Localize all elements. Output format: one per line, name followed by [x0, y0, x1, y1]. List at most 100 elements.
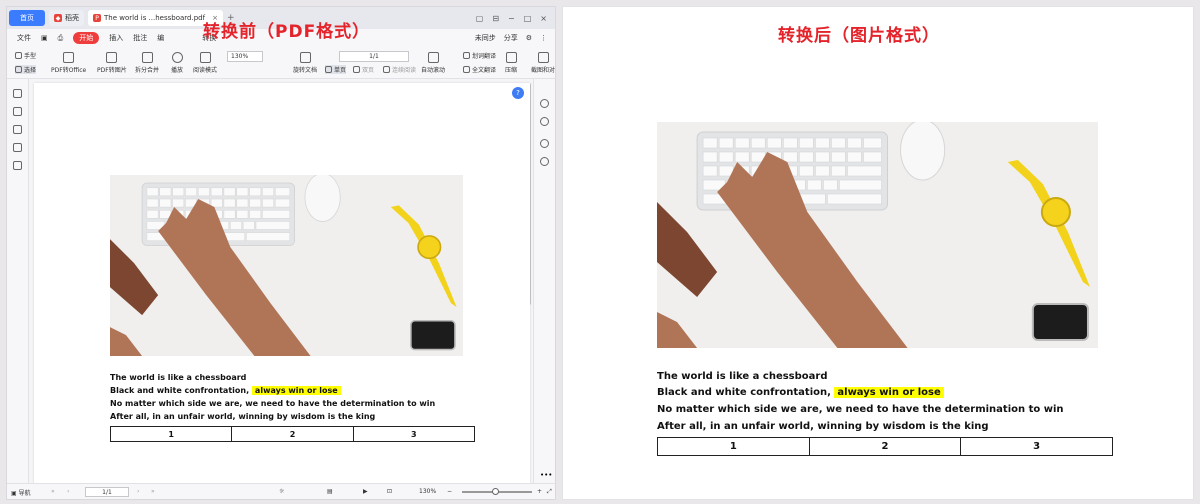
property-icon[interactable]	[540, 99, 549, 108]
zoom-search-icon[interactable]	[540, 139, 549, 148]
zoom-in-icon[interactable]: +	[537, 488, 542, 495]
close-window-icon[interactable]: ×	[540, 14, 547, 23]
signature-icon[interactable]	[13, 161, 22, 170]
attachment-icon[interactable]	[13, 143, 22, 152]
last-page-icon[interactable]: »	[151, 488, 155, 495]
tab-docer[interactable]: ◆ 稻壳	[49, 10, 84, 26]
table-cell: 3	[960, 437, 1113, 456]
more-dots-icon[interactable]: •••	[540, 471, 552, 480]
bookmark-icon[interactable]	[13, 89, 22, 98]
doc-line-2: Black and white confrontation, always wi…	[110, 386, 341, 395]
rotate-icon	[299, 52, 311, 63]
prev-page-icon[interactable]: ‹	[67, 488, 69, 495]
pdf-to-office-button[interactable]: PDF转Office	[51, 52, 86, 74]
pdf-to-office-label: PDF转Office	[51, 67, 87, 74]
hand-tool-button[interactable]: 手型	[15, 51, 36, 60]
split-merge-button[interactable]: 拆分合并	[135, 52, 159, 74]
doc-table: 1 2 3	[109, 426, 476, 442]
tab-document-label: The world is ...hessboard.pdf	[104, 14, 206, 22]
pdf-reader-window: 首页 ◆ 稻壳 P The world is ...hessboard.pdf …	[6, 6, 556, 500]
comparison-canvas: 首页 ◆ 稻壳 P The world is ...hessboard.pdf …	[0, 0, 1200, 504]
eye-care-icon[interactable]: ☼	[279, 488, 284, 495]
full-translate-button[interactable]: 全文翻译	[463, 65, 496, 74]
compress-button[interactable]: 压缩	[505, 52, 517, 74]
read-mode-button[interactable]: 阅读模式	[193, 52, 217, 74]
word-translate-button[interactable]: 划词翻译	[463, 51, 496, 60]
right-sidebar: •••	[533, 79, 555, 485]
select-tool-label: 选择	[24, 67, 37, 74]
play-button[interactable]: 播放	[171, 52, 183, 74]
nav-label: 导航	[18, 490, 31, 497]
menu-insert[interactable]: 插入	[109, 33, 123, 43]
minimize-icon[interactable]: −	[508, 14, 515, 23]
table-row: 1 2 3	[657, 437, 1113, 456]
table-cell: 1	[657, 437, 810, 456]
sync-status[interactable]: 未同步	[475, 33, 496, 43]
settings-icon[interactable]: ⚙	[526, 34, 532, 42]
save-icon[interactable]: ▣	[41, 34, 48, 42]
converted-highlight: always win or lose	[834, 387, 944, 398]
single-view-icon[interactable]: ▤	[327, 488, 333, 495]
single-page-button[interactable]: 单页	[325, 65, 347, 74]
full-translate-icon	[463, 66, 470, 73]
sidebar-toggle-icon[interactable]: ⊟	[492, 14, 499, 23]
more-icon[interactable]: ⋮	[540, 34, 547, 42]
rotate-label: 旋转文档	[293, 67, 318, 74]
translate-icon	[463, 52, 470, 59]
comment-icon[interactable]	[13, 125, 22, 134]
rotate-button[interactable]: 旋转文档	[293, 52, 317, 74]
pdf-to-image-button[interactable]: PDF转图片	[97, 52, 127, 74]
status-page-input[interactable]: 1/1	[85, 487, 129, 497]
photo-illustration	[110, 175, 463, 356]
table-cell: 2	[808, 437, 962, 456]
double-page-button[interactable]: 双页	[353, 65, 374, 74]
continuous-read-button[interactable]: 连续阅读	[383, 65, 416, 74]
maximize-icon[interactable]: □	[524, 14, 532, 23]
fullscreen-icon[interactable]: ⤢	[547, 488, 552, 496]
menu-annotate[interactable]: 批注	[133, 33, 147, 43]
page-input[interactable]: 1/1	[339, 51, 409, 62]
zoom-slider-knob[interactable]	[492, 488, 499, 495]
next-page-icon[interactable]: ›	[137, 488, 139, 495]
double-page-icon	[353, 66, 360, 73]
menu-file[interactable]: 文件	[17, 33, 31, 43]
nav-toggle[interactable]: ▣ 导航	[11, 488, 31, 497]
continuous-icon	[383, 66, 390, 73]
menu-edit[interactable]: 编	[157, 33, 164, 43]
zoom-slider[interactable]	[462, 488, 532, 495]
table-cell: 1	[109, 426, 233, 442]
layout-icon[interactable]: ▢	[476, 14, 484, 23]
select-tool-button[interactable]: 选择	[15, 65, 37, 74]
zoom-out-icon[interactable]: −	[447, 488, 452, 495]
converted-line-3: No matter which side we are, we need to …	[657, 404, 1064, 415]
play-slideshow-icon[interactable]: ▶	[363, 488, 368, 495]
screenshot-icon	[537, 52, 549, 63]
fit-page-icon[interactable]: ⊡	[387, 488, 392, 495]
word-translate-label: 划词翻译	[472, 53, 497, 60]
adjust-icon[interactable]	[540, 117, 549, 126]
left-sidebar	[7, 79, 29, 485]
pdf-file-icon: P	[93, 14, 101, 22]
hand-icon	[15, 52, 22, 59]
thumbnail-icon[interactable]	[13, 107, 22, 116]
menu-start[interactable]: 开始	[73, 32, 100, 44]
single-page-label: 单页	[334, 67, 347, 74]
auto-scroll-button[interactable]: 自动滚动	[421, 52, 445, 74]
continuous-read-label: 连续阅读	[392, 67, 417, 74]
doc-line-4: After all, in an unfair world, winning b…	[110, 412, 376, 421]
converted-table: 1 2 3	[657, 437, 1113, 456]
table-cell: 2	[231, 426, 354, 442]
first-page-icon[interactable]: «	[51, 488, 55, 495]
compress-icon	[505, 52, 517, 63]
scan-icon[interactable]	[540, 157, 549, 166]
tab-home[interactable]: 首页	[9, 10, 45, 26]
status-zoom[interactable]: 130%	[419, 488, 436, 495]
before-title: 转换前（PDF格式）	[203, 22, 371, 42]
print-icon[interactable]: ⎙	[58, 34, 64, 43]
zoom-select[interactable]: 130%	[227, 51, 263, 62]
split-icon	[141, 52, 153, 63]
screenshot-compare-button[interactable]: 截图和对	[531, 52, 555, 74]
share-button[interactable]: 分享	[504, 33, 518, 43]
doc-highlight: always win or lose	[251, 386, 341, 395]
assistant-icon[interactable]: ?	[512, 87, 524, 99]
